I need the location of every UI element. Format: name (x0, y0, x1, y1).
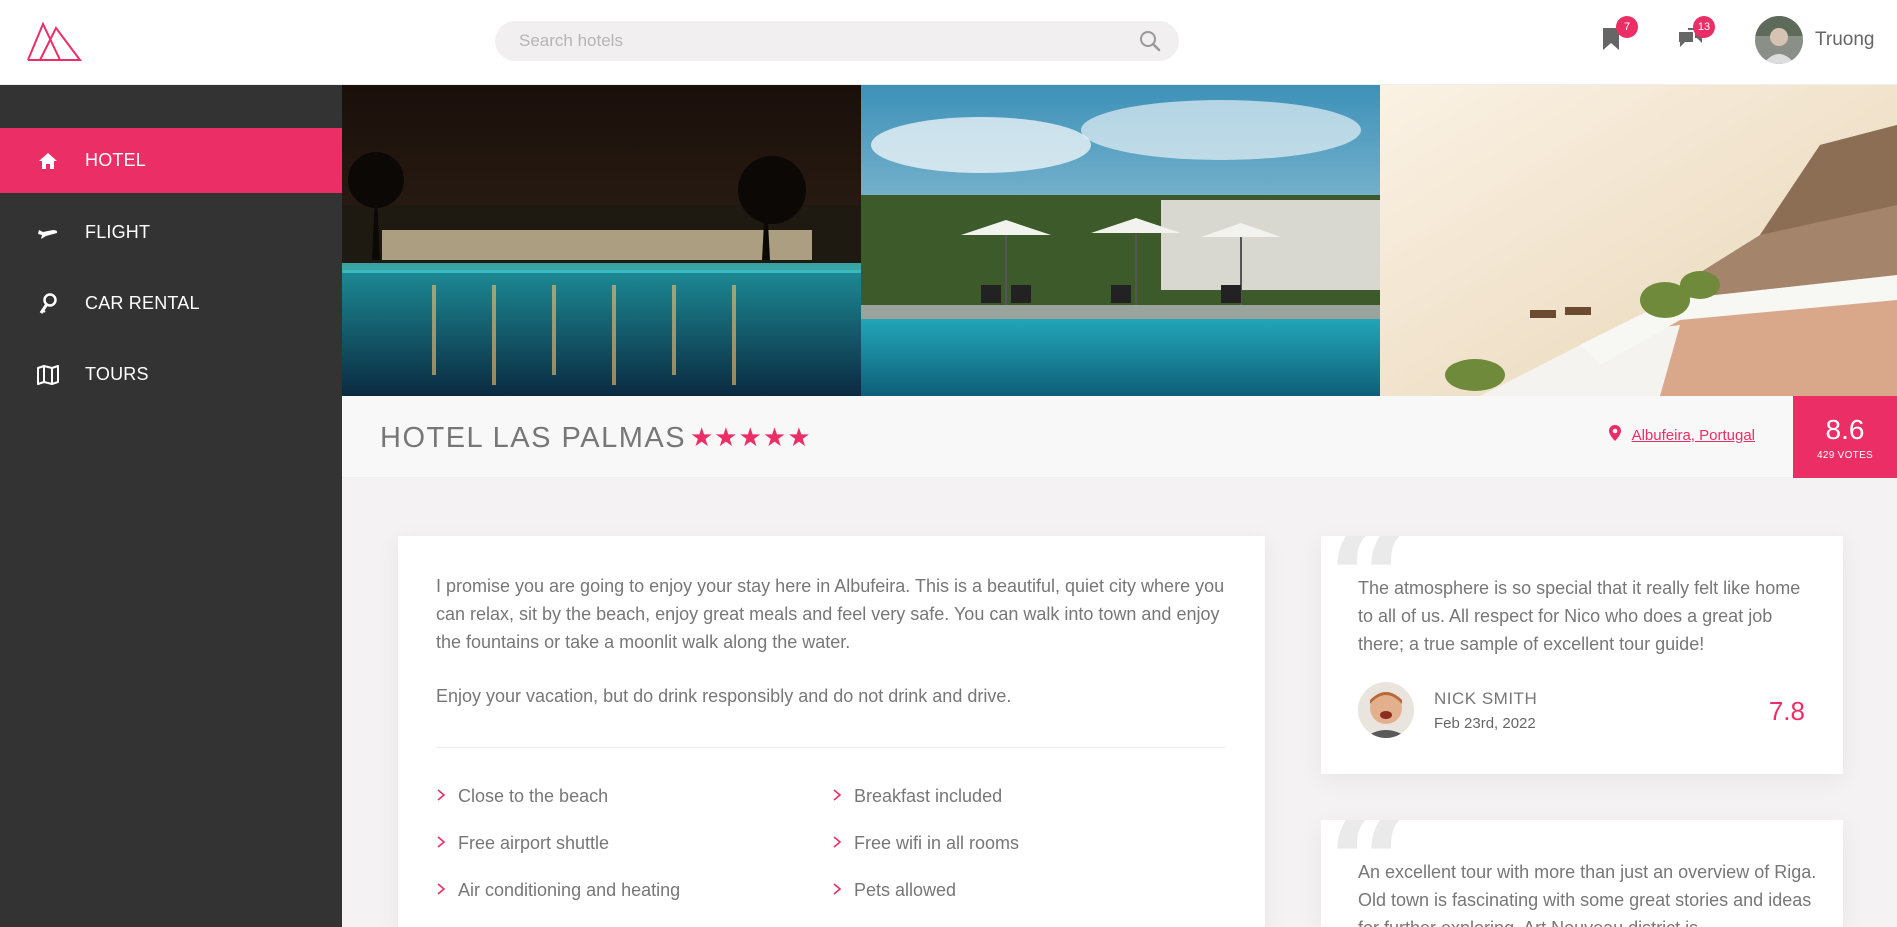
amenity-label: Free wifi in all rooms (854, 833, 1020, 853)
reviewer: NICK SMITH Feb 23rd, 2022 (1358, 682, 1537, 738)
chevron-right-icon (436, 833, 450, 854)
bookmarks-button[interactable]: 7 (1596, 16, 1638, 62)
top-header: 7 13 Truong (0, 0, 1897, 85)
hotel-score: 8.6 (1825, 414, 1865, 445)
search-icon[interactable] (1139, 30, 1161, 52)
amenity-label: Air conditioning and heating (458, 880, 681, 900)
hotel-votes: 429 VOTES (1816, 450, 1874, 461)
hotel-score-badge: 8.6 429 VOTES (1793, 396, 1897, 478)
search-bar (495, 21, 1179, 61)
sidebar-item-tours[interactable]: TOURS (0, 342, 342, 407)
review-score: 7.8 (1768, 696, 1805, 726)
description-card: I promise you are going to enjoy your st… (398, 536, 1265, 927)
logo-icon[interactable] (26, 20, 82, 62)
messages-button[interactable]: 13 (1673, 16, 1715, 62)
chevron-right-icon (832, 786, 846, 807)
reviewer-name: NICK SMITH (1434, 688, 1538, 708)
star-rating: ★★★★★ (690, 422, 812, 452)
amenity-label: Pets allowed (854, 880, 957, 900)
gallery-photo-night-pool[interactable] (342, 85, 861, 396)
airplane-icon (36, 221, 60, 245)
key-icon (36, 292, 60, 316)
avatar[interactable] (1755, 16, 1803, 64)
amenity-item: Free airport shuttle (436, 833, 609, 854)
review-date: Feb 23rd, 2022 (1434, 714, 1536, 732)
amenity-label: Close to the beach (458, 786, 609, 806)
amenity-item: Close to the beach (436, 786, 608, 807)
sidebar-item-hotel[interactable]: HOTEL (0, 128, 342, 193)
bookmarks-badge: 7 (1616, 16, 1638, 38)
chevron-right-icon (436, 786, 450, 807)
hotel-location: Albufeira, Portugal (1608, 424, 1755, 447)
review-text: An excellent tour with more than just an… (1358, 862, 1817, 927)
location-link[interactable]: Albufeira, Portugal (1632, 427, 1755, 444)
amenity-label: Breakfast included (854, 786, 1003, 806)
user-name: Truong (1815, 29, 1875, 50)
sidebar-item-flight[interactable]: FLIGHT (0, 200, 342, 265)
map-pin-icon (1608, 424, 1622, 447)
chevron-right-icon (436, 880, 450, 901)
amenity-label: Free airport shuttle (458, 833, 610, 853)
review-card: “ An excellent tour with more than just … (1321, 820, 1843, 927)
sidebar-item-car-rental[interactable]: CAR RENTAL (0, 271, 342, 336)
amenity-item: Pets allowed (832, 880, 956, 901)
amenity-item: Air conditioning and heating (436, 880, 680, 901)
review-card: “ The atmosphere is so special that it r… (1321, 536, 1843, 774)
description-paragraph: I promise you are going to enjoy your st… (436, 576, 1225, 652)
map-icon (36, 363, 60, 387)
home-icon (36, 149, 60, 173)
photo-gallery (342, 85, 1897, 396)
chevron-right-icon (832, 880, 846, 901)
reviewer-meta: NICK SMITH Feb 23rd, 2022 (1434, 689, 1537, 732)
avatar[interactable] (1358, 682, 1414, 738)
amenity-item: Free wifi in all rooms (832, 833, 1019, 854)
user-menu[interactable]: Truong (1755, 16, 1875, 64)
amenity-item: Breakfast included (832, 786, 1002, 807)
search-input[interactable] (519, 21, 1109, 61)
sidebar-item-label: CAR RENTAL (85, 293, 200, 313)
sidebar-item-label: HOTEL (85, 150, 147, 170)
chevron-right-icon (832, 833, 846, 854)
hotel-title-bar: HOTEL LAS PALMAS ★★★★★ Albufeira, Portug… (342, 396, 1897, 478)
gallery-photo-terrace[interactable] (1380, 85, 1897, 396)
description-paragraph: Enjoy your vacation, but do drink respon… (436, 686, 1012, 706)
sidebar-item-label: FLIGHT (85, 222, 151, 242)
sidebar-item-label: TOURS (85, 364, 149, 384)
sidebar: HOTEL FLIGHT CAR RENTAL TOURS (0, 85, 342, 927)
review-text: The atmosphere is so special that it rea… (1358, 578, 1801, 654)
page-title: HOTEL LAS PALMAS (380, 422, 687, 454)
messages-badge: 13 (1693, 16, 1715, 38)
gallery-photo-day-pool[interactable] (861, 85, 1380, 396)
divider (436, 747, 1226, 748)
